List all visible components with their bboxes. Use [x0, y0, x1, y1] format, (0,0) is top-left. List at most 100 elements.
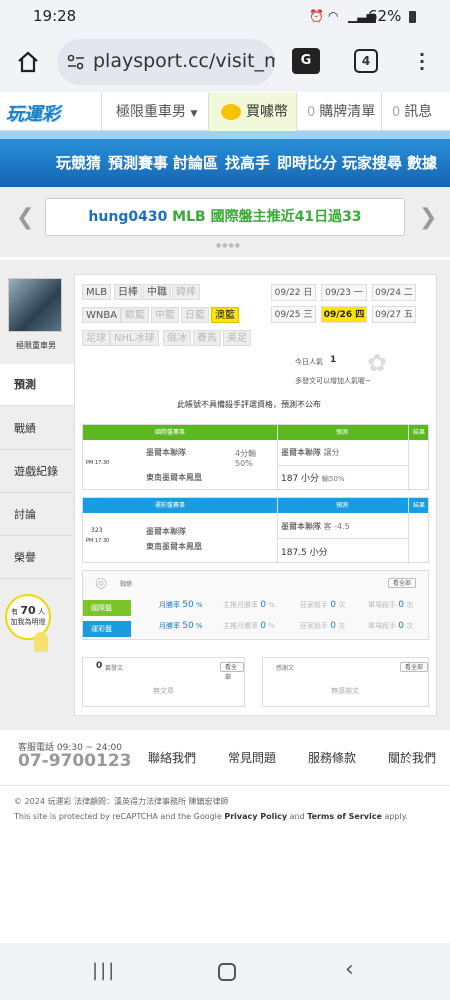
copyright-text: © 2024 玩運彩 法律顧問：漢英得力法律事務所 陳鎮宏律師	[14, 797, 229, 806]
sidebar-item-record[interactable]: 戰績	[0, 408, 72, 450]
league-tag-nfl[interactable]: 美足	[223, 330, 251, 346]
sidebar-item-game-log[interactable]: 遊戲紀錄	[0, 451, 72, 493]
record-local-label: 運彩盤	[83, 621, 131, 637]
league-tag-soccer[interactable]: 足球	[82, 330, 110, 346]
more-menu-icon[interactable]: · · ·	[419, 47, 425, 77]
league-tag-kbo[interactable]: 韓棒	[172, 284, 200, 300]
about-link[interactable]: 關於我們	[388, 749, 436, 766]
posts-view-all-button[interactable]: 看全部	[220, 662, 244, 681]
intl-team1[interactable]: 墨爾本聯隊	[146, 447, 186, 458]
date-0925[interactable]: 09/25 三	[271, 306, 316, 323]
back-icon[interactable]: ‹	[345, 957, 354, 982]
terms-link[interactable]: 服務條款	[308, 749, 356, 766]
home-icon[interactable]	[16, 50, 40, 74]
messages-link[interactable]: 0 訊息	[381, 93, 450, 131]
tab-switcher-button[interactable]: 4	[354, 49, 378, 73]
profile-sidebar: 極限重車男 預測 戰績 遊戲紀錄 討論 榮譽 有 70 人 加我為明燈	[0, 260, 74, 730]
intl-month-pct: %	[195, 601, 203, 609]
record-intl-label: 國際盤	[83, 600, 131, 616]
home-nav-icon[interactable]	[218, 963, 236, 981]
date-0924[interactable]: 09/24 二	[372, 284, 416, 301]
league-tag-nbl[interactable]: 澳籃	[211, 307, 239, 323]
recaptcha-apply: apply.	[381, 812, 408, 821]
intl-head-pred: 預測	[336, 429, 349, 436]
intl-single-label: 單場殺手	[368, 601, 396, 609]
local-month-pct: %	[195, 622, 203, 630]
nav-item-experts[interactable]: 找高手	[225, 152, 270, 173]
local-table-header: 運彩盤賽事 預測 結果	[83, 498, 428, 513]
nav-item-guess[interactable]: 玩競猜	[56, 152, 101, 173]
nav-item-data[interactable]: 數據	[407, 152, 437, 173]
contact-link[interactable]: 聯絡我們	[148, 749, 196, 766]
league-tag-cba[interactable]: 中籃	[151, 307, 179, 323]
local-main-label: 主推月勝率	[223, 622, 258, 630]
user-menu[interactable]: 極限重車男 ▼	[101, 93, 208, 131]
league-tag-horse[interactable]: 賽馬	[193, 330, 221, 346]
nav-item-forum[interactable]: 討論區	[173, 152, 218, 173]
nav-item-player-search[interactable]: 玩家搜尋	[342, 152, 402, 173]
league-tag-nhl[interactable]: NHL冰球	[110, 330, 159, 346]
terms-of-service-link[interactable]: Terms of Service	[307, 812, 382, 821]
carousel-prev-icon[interactable]: ❮	[16, 205, 34, 230]
url-bar[interactable]: playsport.cc/visit_me	[57, 39, 275, 85]
messages-label: 訊息	[404, 104, 433, 120]
league-tag-mlb[interactable]: MLB	[82, 284, 112, 300]
coins-label: 買噱幣	[246, 104, 288, 120]
posts-label: 篇發文	[105, 665, 124, 672]
sidebar-item-forum[interactable]: 討論	[0, 494, 72, 536]
intl-pick1-note: 讓分	[323, 448, 340, 457]
translate-icon[interactable]: G	[292, 48, 320, 74]
league-tag-cpbl[interactable]: 中職	[143, 284, 171, 300]
mascot-icon: ✿	[367, 349, 388, 377]
sidebar-item-honor[interactable]: 榮譽	[0, 537, 72, 579]
thanks-empty: 無感謝文	[331, 687, 359, 695]
coins-button[interactable]: 買噱幣	[208, 93, 296, 131]
league-tag-npb[interactable]: 日棒	[114, 284, 142, 300]
date-0922[interactable]: 09/22 日	[271, 284, 316, 301]
league-tag-khl[interactable]: 俄冰	[163, 330, 191, 346]
notice-text: MLB 國際盤主推近41日過33	[167, 209, 362, 225]
date-0923[interactable]: 09/23 一	[321, 284, 367, 301]
recaptcha-notice: This site is protected by reCAPTCHA and …	[14, 812, 408, 821]
intl-pick1: 墨爾本聯隊 讓分	[281, 447, 340, 458]
local-game-time: PM 17:30	[86, 538, 110, 544]
thanks-view-all-button[interactable]: 看全部	[400, 662, 428, 672]
site-logo[interactable]: 玩運彩	[6, 100, 96, 126]
browser-toolbar: playsport.cc/visit_me G 4 · · ·	[0, 32, 450, 92]
local-main-value: 0	[260, 621, 266, 631]
local-killer-label: 莊家殺手	[300, 622, 328, 630]
local-head-result: 結果	[413, 502, 426, 509]
site-header: 玩運彩 極限重車男 ▼ 買噱幣 0 購牌清單 0 訊息	[0, 93, 450, 131]
thanks-label: 感謝文	[276, 665, 295, 672]
carousel-next-icon[interactable]: ❯	[419, 205, 437, 230]
cart-link[interactable]: 0 購牌清單	[296, 93, 381, 131]
site-footer: 客服電話 09:30 ~ 24:00 07-9700123 聯絡我們 常見問題 …	[0, 730, 450, 940]
local-killer-unit: 次	[338, 622, 346, 630]
popularity-label: 今日人氣	[295, 358, 323, 366]
recent-apps-icon[interactable]: |||	[92, 960, 116, 981]
site-settings-icon[interactable]	[67, 54, 85, 70]
faq-link[interactable]: 常見問題	[228, 749, 276, 766]
notice-carousel: ❮ hung0430 MLB 國際盤主推近41日過33 ❯ ●●●●	[0, 187, 450, 257]
notice-banner[interactable]: hung0430 MLB 國際盤主推近41日過33	[45, 198, 405, 236]
intl-table-header: 國際盤賽事 預測 結果	[83, 425, 428, 440]
intl-team2[interactable]: 東南墨爾本鳳凰	[146, 472, 202, 483]
league-tag-wnba[interactable]: WNBA	[82, 307, 122, 323]
privacy-policy-link[interactable]: Privacy Policy	[224, 812, 287, 821]
nav-item-predict[interactable]: 預測賽事	[108, 152, 168, 173]
sidebar-item-predict[interactable]: 預測	[0, 364, 74, 406]
local-team2[interactable]: 東南墨爾本鳳凰	[146, 541, 202, 552]
intl-pick2: 187 小分 輸50%	[281, 471, 344, 484]
notice-user[interactable]: hung0430	[88, 209, 167, 225]
local-pick1-note: 客 -4.5	[323, 522, 350, 531]
local-team1[interactable]: 墨爾本聯隊	[146, 526, 186, 537]
league-tag-jbl[interactable]: 日籃	[181, 307, 209, 323]
avatar[interactable]	[8, 278, 62, 332]
badge-line2: 加我為明燈	[10, 618, 46, 626]
date-0927[interactable]: 09/27 五	[372, 306, 416, 323]
hotline-number[interactable]: 07-9700123	[18, 751, 132, 771]
league-tag-euro[interactable]: 歐籃	[121, 307, 149, 323]
nav-item-live-score[interactable]: 即時比分	[277, 152, 337, 173]
record-view-all-button[interactable]: 看全部	[388, 578, 417, 588]
date-0926[interactable]: 09/26 四	[321, 306, 367, 323]
